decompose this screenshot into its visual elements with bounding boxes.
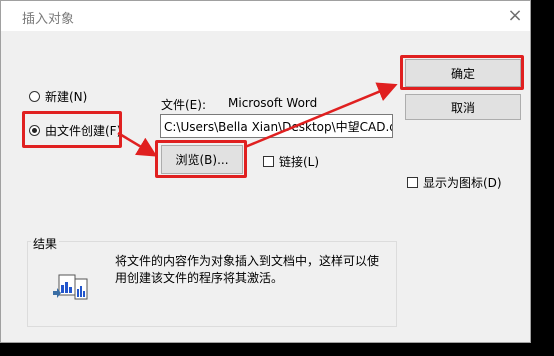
result-title: 结果 bbox=[31, 235, 60, 252]
title-bar: 插入对象 × bbox=[1, 1, 530, 31]
display-as-icon-checkbox[interactable] bbox=[407, 177, 418, 188]
result-description: 将文件的内容作为对象插入到文档中，这样可以使用创建该文件的程序将其激活。 bbox=[115, 254, 380, 285]
cancel-button[interactable]: 取消 bbox=[405, 94, 521, 120]
radio-button-new[interactable] bbox=[29, 91, 40, 102]
ok-button[interactable]: 确定 bbox=[405, 59, 521, 87]
close-icon[interactable]: × bbox=[504, 5, 526, 27]
browse-button[interactable]: 浏览(B)... bbox=[161, 145, 243, 174]
file-app-name: Microsoft Word bbox=[228, 96, 318, 110]
radio-label-new: 新建(N) bbox=[45, 90, 88, 104]
radio-label-from-file: 由文件创建(F) bbox=[45, 124, 122, 138]
dialog-title: 插入对象 bbox=[22, 12, 75, 27]
display-as-icon-label: 显示为图标(D) bbox=[423, 176, 502, 190]
insert-object-dialog: 插入对象 × 新建(N) 由文件创建(F) 文件(E): Microsoft W… bbox=[0, 0, 531, 343]
link-checkbox-row[interactable]: 链接(L) bbox=[263, 153, 319, 170]
display-as-icon-row[interactable]: 显示为图标(D) bbox=[407, 174, 502, 191]
document-icon bbox=[53, 274, 88, 300]
radio-button-from-file[interactable] bbox=[29, 125, 40, 136]
file-label: 文件(E): bbox=[161, 98, 206, 112]
file-path-input[interactable]: C:\Users\Bella Xian\Desktop\中望CAD.dc bbox=[160, 114, 393, 138]
link-checkbox[interactable] bbox=[263, 156, 274, 167]
radio-create-new[interactable]: 新建(N) bbox=[29, 88, 87, 105]
link-checkbox-label: 链接(L) bbox=[279, 155, 320, 169]
radio-create-from-file[interactable]: 由文件创建(F) bbox=[29, 122, 121, 139]
